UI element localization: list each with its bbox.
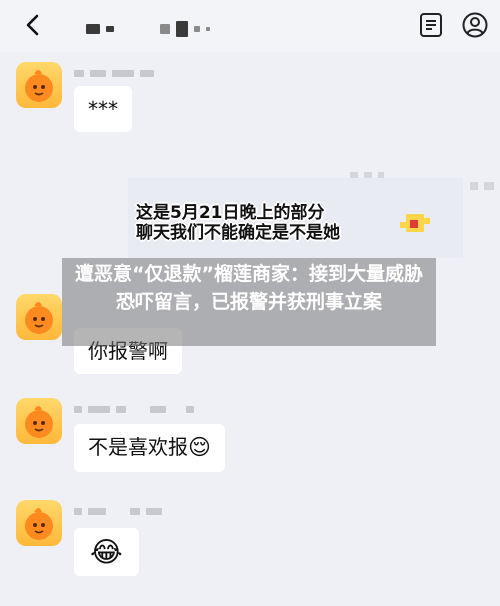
message-bubble: 不是喜欢报😌	[74, 424, 225, 472]
sender-name	[74, 508, 162, 515]
sender-name-2	[470, 182, 494, 190]
message-text: 不是喜欢报	[88, 435, 188, 459]
top-bar	[0, 0, 500, 52]
screenshot-caption: 这是5月21日晚上的部分 聊天我们不能确定是不是她	[136, 203, 376, 243]
caption-line-2: 聊天我们不能确定是不是她	[136, 223, 340, 243]
sticker-icon	[398, 208, 432, 238]
document-list-button[interactable]	[416, 10, 446, 40]
mascot-avatar-icon	[25, 70, 53, 102]
caption-line-1: 这是5月21日晚上的部分	[136, 203, 325, 223]
sender-name	[74, 70, 154, 77]
document-list-icon	[420, 13, 442, 37]
avatar[interactable]	[16, 398, 62, 444]
message-bubble: 😂	[74, 528, 139, 576]
mascot-avatar-icon	[25, 406, 53, 438]
mascot-avatar-icon	[25, 302, 53, 334]
avatar[interactable]	[16, 500, 62, 546]
tears-of-joy-icon: 😂	[90, 535, 123, 569]
chevron-left-icon	[26, 14, 39, 36]
back-button[interactable]	[18, 10, 48, 40]
headline-text: 遭恶意“仅退款”榴莲商家：接到大量威胁恐吓留言，已报警并获刑事立案	[75, 263, 423, 313]
profile-button[interactable]	[460, 10, 490, 40]
avatar[interactable]	[16, 62, 62, 108]
profile-icon	[462, 12, 488, 38]
chat-title	[86, 18, 210, 40]
avatar[interactable]	[16, 294, 62, 340]
mascot-avatar-icon	[25, 508, 53, 540]
news-headline-banner: 遭恶意“仅退款”榴莲商家：接到大量威胁恐吓留言，已报警并获刑事立案	[62, 258, 436, 346]
relieved-face-icon: 😌	[188, 435, 211, 461]
message-text: ***	[88, 97, 118, 121]
message-bubble: ***	[74, 86, 132, 132]
sender-name	[74, 406, 194, 413]
